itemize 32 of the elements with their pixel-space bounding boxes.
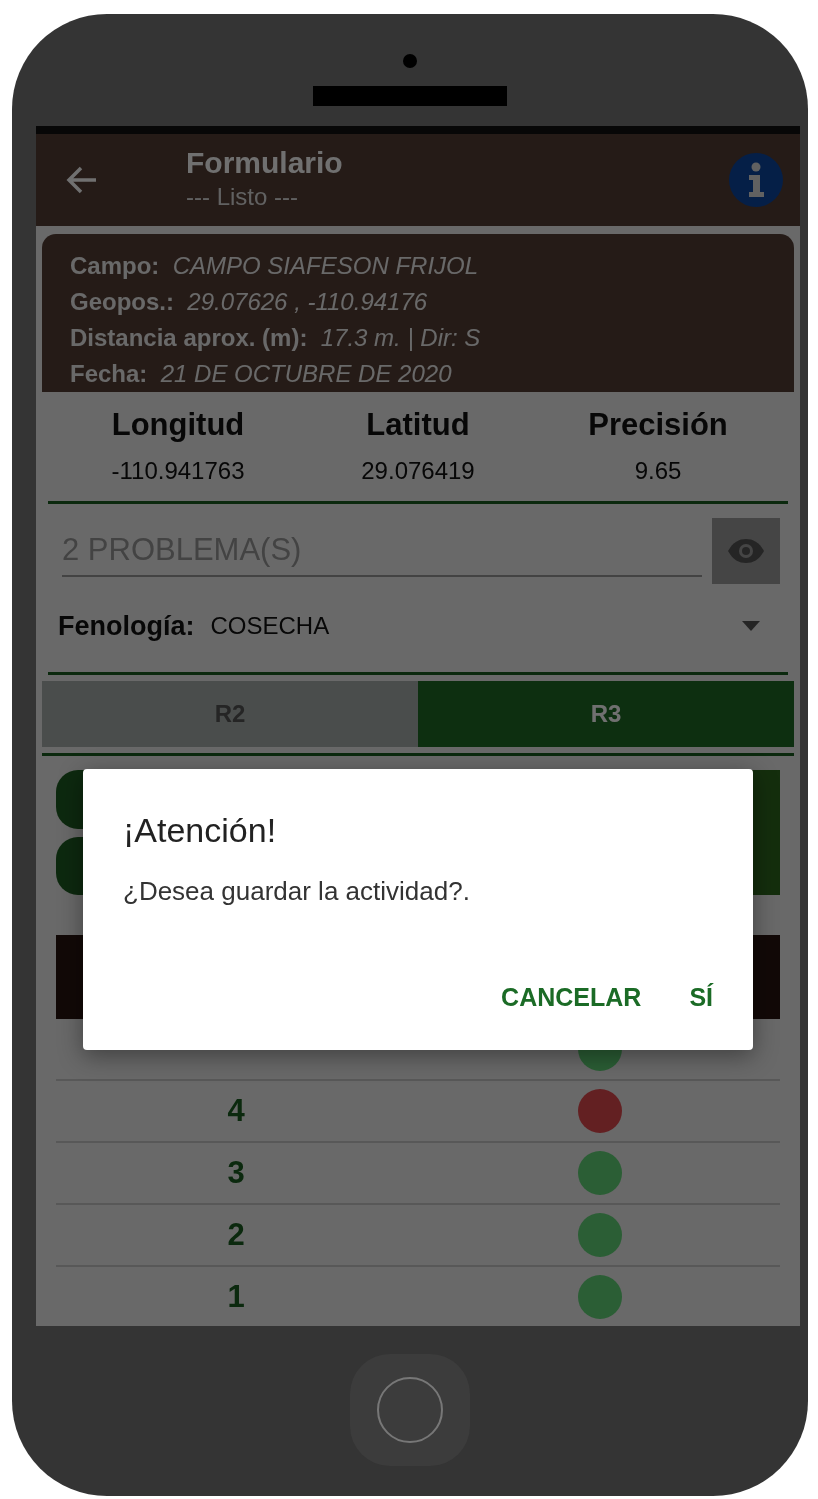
info-line: Distancia aprox. (m): 17.3 m. | Dir: S [70, 323, 482, 353]
caret-icon [742, 620, 760, 631]
row-number: 2 [226, 1215, 246, 1254]
screen-title: Formulario [186, 145, 344, 179]
dialog-button[interactable]: CANCELAR [487, 973, 656, 1023]
coordinate-value: 29.076419 [360, 455, 476, 486]
phenology-label: Fenología: [58, 609, 195, 643]
eye-icon [727, 537, 765, 564]
back-icon[interactable] [66, 166, 98, 194]
coordinate-heading: Precisión [587, 406, 729, 444]
coordinate-value: -110.941763 [110, 455, 246, 486]
view-button[interactable] [712, 517, 780, 584]
row-number: 3 [226, 1153, 246, 1192]
row-number: 4 [226, 1091, 246, 1130]
stage-tab[interactable]: R3 [418, 681, 794, 747]
info-line: Campo: CAMPO SIAFESON FRIJOL [70, 251, 480, 281]
dialog-button[interactable]: SÍ [675, 973, 727, 1023]
home-button[interactable] [350, 1354, 470, 1466]
dialog-title: ¡Atención! [123, 810, 278, 851]
info-icon[interactable] [728, 152, 784, 208]
phenology-dropdown[interactable]: Fenología: COSECHA [48, 605, 788, 675]
coordinate-heading: Longitud [110, 406, 246, 444]
info-line: Fecha: 21 DE OCTUBRE DE 2020 [70, 359, 453, 389]
screen-subtitle: --- Listo --- [186, 181, 299, 212]
phenology-value: COSECHA [210, 610, 331, 641]
coordinate-value: 9.65 [633, 455, 683, 486]
info-line: Geopos.: 29.07626 , -110.94176 [70, 287, 429, 317]
camera-icon [403, 54, 417, 68]
coordinate-heading: Latitud [365, 406, 471, 444]
ring-icon [377, 1377, 443, 1443]
dialog-message: ¿Desea guardar la actividad?. [123, 875, 471, 908]
row-number: 1 [226, 1277, 246, 1316]
